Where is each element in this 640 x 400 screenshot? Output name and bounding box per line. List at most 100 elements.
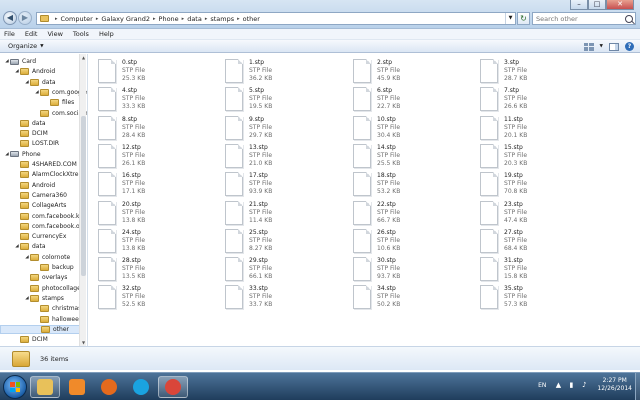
nav-tree-item[interactable]: ◢ data <box>24 78 56 87</box>
file-item[interactable]: 21.stp STP File 11.4 KB <box>225 200 345 229</box>
close-button[interactable]: ✕ <box>606 0 634 10</box>
file-item[interactable]: 26.stp STP File 10.6 KB <box>353 228 473 257</box>
file-item[interactable]: 30.stp STP File 93.7 KB <box>353 257 473 285</box>
file-item[interactable]: 15.stp STP File 20.3 KB <box>480 143 600 172</box>
file-item[interactable]: 6.stp STP File 22.7 KB <box>353 87 473 115</box>
file-item[interactable]: 18.stp STP File 53.2 KB <box>353 172 473 200</box>
breadcrumb-separator-icon[interactable]: ▸ <box>237 16 240 22</box>
volume-icon[interactable]: ♪ <box>580 381 588 389</box>
nav-tree-item[interactable]: com.facebook.o <box>14 222 80 231</box>
refresh-button[interactable]: ↻ <box>517 12 530 25</box>
nav-tree-item[interactable]: Android <box>14 181 55 190</box>
breadcrumb-separator-icon[interactable]: ▸ <box>205 16 208 22</box>
nav-tree-item[interactable]: AlarmClockXtre <box>14 170 78 179</box>
clock[interactable]: 2:27 PM 12/26/2014 <box>597 377 632 393</box>
nav-tree-item[interactable]: overlays <box>24 273 67 282</box>
file-item[interactable]: 11.stp STP File 20.1 KB <box>480 115 600 144</box>
preview-pane-button[interactable] <box>609 42 619 51</box>
file-item[interactable]: 4.stp STP File 33.3 KB <box>98 87 218 115</box>
menu-help[interactable]: Help <box>99 30 114 38</box>
file-item[interactable]: 31.stp STP File 15.8 KB <box>480 257 600 285</box>
nav-tree-item[interactable]: ◢ stamps <box>24 294 64 303</box>
file-item[interactable]: 32.stp STP File 52.5 KB <box>98 285 218 313</box>
nav-tree-item[interactable]: data <box>14 119 46 128</box>
nav-tree-item[interactable]: ◢ Phone <box>4 150 40 159</box>
search-box[interactable] <box>532 12 636 25</box>
nav-tree-item[interactable]: ◢ Card <box>4 57 36 66</box>
scroll-up-button[interactable]: ▲ <box>80 54 87 61</box>
breadcrumb-item[interactable]: other <box>243 15 260 23</box>
taskbar-chrome-button[interactable] <box>158 376 188 398</box>
forward-button[interactable]: ▶ <box>18 11 32 25</box>
file-item[interactable]: 8.stp STP File 28.4 KB <box>98 115 218 144</box>
file-item[interactable]: 29.stp STP File 66.1 KB <box>225 257 345 285</box>
breadcrumb-item[interactable]: Galaxy Grand2 <box>101 15 150 23</box>
taskbar-explorer-button[interactable] <box>30 376 60 398</box>
taskbar-skype-button[interactable] <box>126 376 156 398</box>
address-dropdown-button[interactable]: ▼ <box>505 13 515 24</box>
file-item[interactable]: 33.stp STP File 33.7 KB <box>225 285 345 313</box>
show-hidden-icons-icon[interactable]: ▲ <box>554 381 562 389</box>
scroll-thumb[interactable] <box>81 116 86 276</box>
file-item[interactable]: 13.stp STP File 21.0 KB <box>225 143 345 172</box>
minimize-button[interactable]: – <box>570 0 588 10</box>
nav-tree-item[interactable]: Camera360 <box>14 191 67 200</box>
file-item[interactable]: 2.stp STP File 45.9 KB <box>353 59 473 87</box>
nav-tree-item[interactable]: halloween <box>34 315 83 324</box>
breadcrumb-item[interactable]: Phone <box>159 15 179 23</box>
file-item[interactable]: 19.stp STP File 70.8 KB <box>480 172 600 200</box>
file-item[interactable]: 9.stp STP File 29.7 KB <box>225 115 345 144</box>
nav-scrollbar[interactable]: ▲ ▼ <box>79 54 86 346</box>
menu-edit[interactable]: Edit <box>25 30 38 38</box>
search-input[interactable] <box>533 13 623 24</box>
organize-button[interactable]: Organize ▼ <box>8 42 44 50</box>
file-item[interactable]: 5.stp STP File 19.5 KB <box>225 87 345 115</box>
file-item[interactable]: 1.stp STP File 36.2 KB <box>225 59 345 87</box>
file-item[interactable]: 22.stp STP File 66.7 KB <box>353 200 473 229</box>
menu-view[interactable]: View <box>47 30 62 38</box>
file-item[interactable]: 7.stp STP File 26.6 KB <box>480 87 600 115</box>
show-desktop-button[interactable] <box>635 373 640 400</box>
file-item[interactable]: 25.stp STP File 8.27 KB <box>225 228 345 257</box>
file-item[interactable]: 34.stp STP File 50.2 KB <box>353 285 473 313</box>
network-icon[interactable]: ▮ <box>567 381 575 389</box>
nav-tree-item[interactable]: 4SHARED.COM <box>14 160 77 169</box>
file-item[interactable]: 3.stp STP File 28.7 KB <box>480 59 600 87</box>
file-item[interactable]: 27.stp STP File 68.4 KB <box>480 228 600 257</box>
change-view-button[interactable] <box>583 42 594 51</box>
file-item[interactable]: 17.stp STP File 93.9 KB <box>225 172 345 200</box>
address-bar[interactable]: ▸ Computer ▸ Galaxy Grand2 ▸ Phone ▸ data ▸ stamp… <box>36 12 516 25</box>
file-item[interactable]: 0.stp STP File 25.3 KB <box>98 59 218 87</box>
menu-file[interactable]: File <box>4 30 15 38</box>
breadcrumb-item[interactable]: data <box>187 15 202 23</box>
file-item[interactable]: 14.stp STP File 25.5 KB <box>353 143 473 172</box>
nav-tree-item[interactable]: files <box>44 98 74 107</box>
file-item[interactable]: 16.stp STP File 17.1 KB <box>98 172 218 200</box>
file-item[interactable]: 23.stp STP File 47.4 KB <box>480 200 600 229</box>
nav-tree-item[interactable]: com.facebook.k <box>14 212 80 221</box>
nav-tree-item[interactable]: backup <box>34 263 74 272</box>
maximize-button[interactable]: □ <box>588 0 606 10</box>
breadcrumb-separator-icon[interactable]: ▸ <box>96 16 99 22</box>
start-button[interactable] <box>3 375 27 399</box>
help-icon[interactable]: ? <box>625 42 634 51</box>
nav-tree-item[interactable]: DCIM <box>14 335 48 344</box>
breadcrumb-separator-icon[interactable]: ▸ <box>153 16 156 22</box>
nav-tree-item[interactable]: DCIM <box>14 129 48 138</box>
taskbar-media-button[interactable] <box>62 376 92 398</box>
file-item[interactable]: 28.stp STP File 13.5 KB <box>98 257 218 285</box>
file-item[interactable]: 10.stp STP File 30.4 KB <box>353 115 473 144</box>
breadcrumb-separator-icon[interactable]: ▸ <box>182 16 185 22</box>
file-item[interactable]: 20.stp STP File 13.8 KB <box>98 200 218 229</box>
nav-tree-item[interactable]: ◢ colornote <box>24 253 70 262</box>
view-options-dropdown[interactable]: ▼ <box>600 44 603 49</box>
file-item[interactable]: 24.stp STP File 13.8 KB <box>98 228 218 257</box>
nav-tree-item[interactable]: photocollages <box>24 284 84 293</box>
nav-tree-item[interactable]: other <box>0 324 80 334</box>
taskbar-firefox-button[interactable] <box>94 376 124 398</box>
nav-tree-item[interactable]: CollageArts <box>14 201 66 210</box>
breadcrumb-item[interactable]: stamps <box>210 15 234 23</box>
breadcrumb-item[interactable]: Computer <box>61 15 93 23</box>
nav-tree-item[interactable]: CurrencyEx <box>14 232 66 241</box>
nav-tree-item[interactable]: ◢ data <box>14 242 46 251</box>
